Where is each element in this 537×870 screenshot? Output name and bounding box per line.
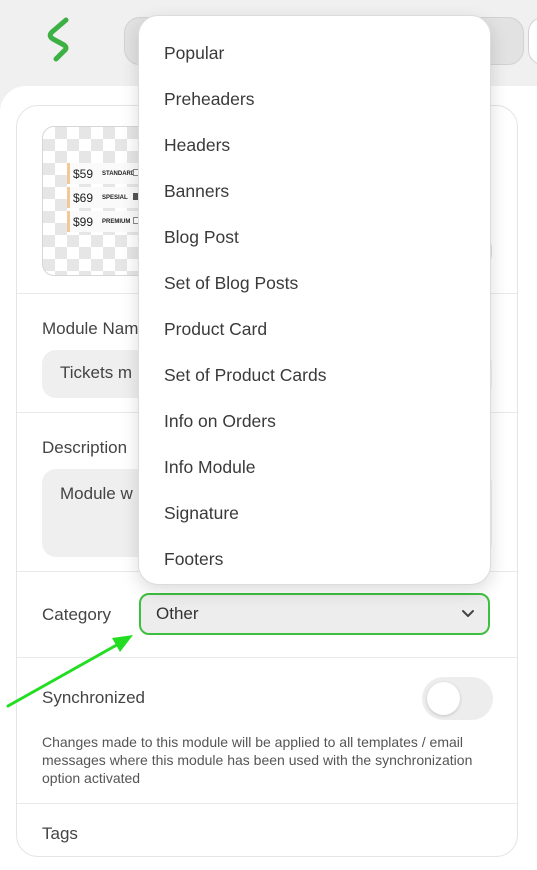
- ticket-name: SPESIAL: [102, 194, 128, 201]
- chevron-down-icon: [462, 610, 474, 617]
- description-label: Description: [42, 438, 128, 457]
- green-arrow-icon: [6, 635, 133, 708]
- synchronized-description: Changes made to this module will be appl…: [42, 734, 473, 786]
- category-dropdown-menu: Popular Preheaders Headers Banners Blog …: [138, 15, 491, 585]
- ticket-name: PREMIUM: [102, 218, 131, 225]
- dropdown-option[interactable]: Blog Post: [139, 214, 490, 260]
- dropdown-option[interactable]: Set of Blog Posts: [139, 260, 490, 306]
- dropdown-option[interactable]: Footers: [139, 536, 490, 582]
- dropdown-option[interactable]: Info Module: [139, 444, 490, 490]
- top-right-button[interactable]: [528, 17, 537, 65]
- module-name-label: Module Nam: [42, 319, 139, 338]
- dropdown-option[interactable]: Set of Product Cards: [139, 352, 490, 398]
- category-selected-value: Other: [156, 604, 199, 623]
- ticket-name: STANDARD: [102, 170, 136, 177]
- dropdown-option[interactable]: Preheaders: [139, 76, 490, 122]
- toggle-knob: [427, 682, 460, 715]
- tags-label: Tags: [42, 824, 78, 843]
- tags-section: Tags: [17, 804, 517, 856]
- dropdown-option[interactable]: Info on Orders: [139, 398, 490, 444]
- ticket-price: $99: [73, 214, 94, 229]
- dropdown-option[interactable]: Headers: [139, 122, 490, 168]
- category-select[interactable]: Other: [139, 593, 490, 635]
- dropdown-option[interactable]: Banners: [139, 168, 490, 214]
- dropdown-option[interactable]: Popular: [139, 30, 490, 76]
- synchronized-toggle[interactable]: [422, 677, 493, 720]
- logo-icon[interactable]: [44, 16, 76, 62]
- ticket-price: $59: [73, 166, 94, 181]
- ticket-price: $69: [73, 190, 94, 205]
- dropdown-option[interactable]: Signature: [139, 490, 490, 536]
- dropdown-option[interactable]: Product Card: [139, 306, 490, 352]
